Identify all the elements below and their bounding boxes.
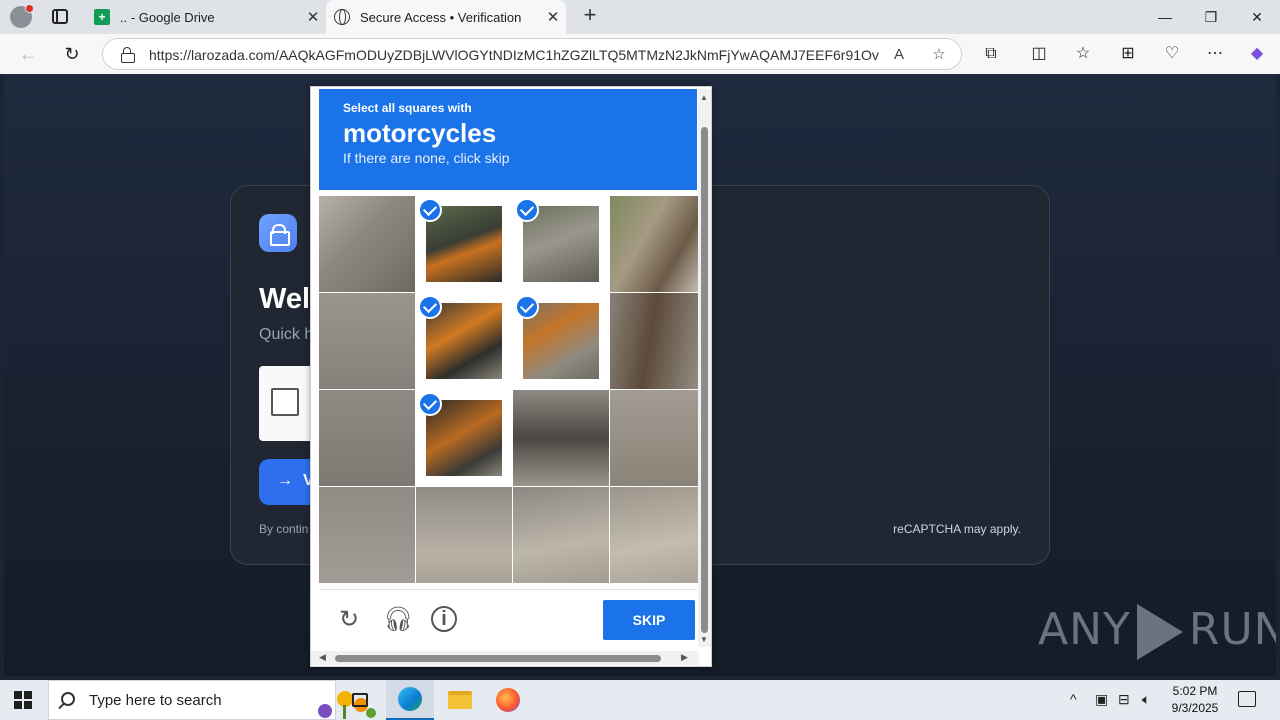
anyrun-watermark: ANY RUN	[1038, 604, 1276, 660]
search-icon	[61, 692, 75, 706]
meet-now-icon[interactable]: ▣	[1095, 691, 1108, 708]
page-subtitle: Quick h	[259, 326, 314, 343]
image-tile[interactable]	[610, 196, 700, 292]
scroll-up-icon[interactable]: ▲	[700, 93, 708, 102]
image-tile[interactable]	[319, 196, 415, 292]
checkmark-icon	[515, 295, 539, 319]
refresh-button[interactable]: ↻	[60, 42, 84, 66]
horizontal-scrollbar[interactable]: ◀ ▶	[311, 651, 699, 665]
reload-icon[interactable]: ↻	[335, 606, 363, 634]
play-logo-icon	[1136, 604, 1183, 660]
image-tile[interactable]	[319, 293, 415, 389]
notifications-icon[interactable]	[1238, 691, 1256, 707]
url-text[interactable]: https://larozada.com/AAQkAGFmODUyZDBjLWV…	[149, 47, 879, 63]
image-tile[interactable]	[416, 390, 512, 486]
taskbar: Type here to search ^ ▣ ⊟ 🔈︎ 5:02 PM 9/3…	[0, 680, 1280, 720]
image-tile[interactable]	[513, 196, 609, 292]
vertical-scrollbar[interactable]: ▲ ▼	[698, 89, 711, 647]
restore-button[interactable]: ❐	[1188, 0, 1234, 34]
scroll-right-icon[interactable]: ▶	[681, 652, 688, 663]
image-tile[interactable]	[610, 487, 700, 583]
checkmark-icon	[515, 198, 539, 222]
new-tab-button[interactable]: +	[578, 4, 602, 28]
volume-icon[interactable]: 🔈︎	[1142, 691, 1150, 708]
network-icon[interactable]: ⊟	[1118, 691, 1130, 708]
checkmark-icon	[418, 295, 442, 319]
recaptcha-terms-text: reCAPTCHA may apply.	[893, 522, 1021, 536]
image-tile[interactable]	[416, 487, 512, 583]
recaptcha-challenge: Select all squares with motorcycles If t…	[310, 86, 712, 667]
scrollbar-thumb[interactable]	[335, 655, 661, 662]
checkmark-icon	[418, 392, 442, 416]
collections-icon[interactable]: ⊞	[1117, 43, 1139, 65]
sheets-icon: +	[94, 9, 110, 25]
image-tile[interactable]	[416, 196, 512, 292]
search-placeholder: Type here to search	[89, 692, 222, 709]
lock-logo-icon	[259, 214, 297, 252]
info-icon[interactable]: i	[431, 606, 457, 632]
tab-actions-icon[interactable]	[52, 9, 68, 24]
image-tile[interactable]	[416, 293, 512, 389]
close-tab-icon[interactable]: ✕	[540, 8, 566, 26]
lock-icon[interactable]	[121, 47, 135, 63]
image-tile[interactable]	[610, 390, 700, 486]
favorite-star-icon[interactable]: ☆	[929, 45, 949, 65]
clock-time: 5:02 PM	[1172, 684, 1218, 698]
file-explorer-icon[interactable]	[436, 680, 484, 720]
challenge-target: motorcycles	[343, 118, 497, 148]
copilot-icon[interactable]: ◆	[1246, 43, 1268, 65]
split-screen-icon[interactable]: ◫	[1028, 43, 1050, 65]
taskbar-search[interactable]: Type here to search	[48, 680, 376, 720]
image-tile[interactable]	[319, 487, 415, 583]
extensions-icon[interactable]: ⧉	[980, 43, 1002, 65]
navigation-bar: ← ↻ https://larozada.com/AAQkAGFmODUyZDB…	[0, 34, 1280, 74]
back-button[interactable]: ←	[16, 42, 40, 66]
captcha-checkbox[interactable]	[271, 388, 299, 416]
image-tile[interactable]	[513, 293, 609, 389]
image-tile[interactable]	[513, 487, 609, 583]
firefox-icon[interactable]	[484, 680, 532, 720]
checkmark-icon	[418, 198, 442, 222]
challenge-header: Select all squares with motorcycles If t…	[319, 89, 697, 190]
challenge-hint: If there are none, click skip	[343, 150, 510, 166]
image-tile[interactable]	[319, 390, 415, 486]
page-title: Wel	[259, 283, 311, 315]
watermark-left: ANY	[1038, 604, 1131, 655]
tab-label: .. - Google Drive	[120, 9, 215, 25]
browser-tab-bar: + .. - Google Drive ✕ Secure Access • Ve…	[0, 0, 1280, 34]
watermark-right: RUN	[1188, 604, 1276, 655]
challenge-footer: ↻ 🎧︎ i SKIP	[319, 589, 697, 647]
clock-date: 9/3/2025	[1171, 701, 1219, 715]
arrow-right-icon: →	[277, 472, 293, 489]
favorites-icon[interactable]: ☆	[1072, 43, 1094, 65]
profile-icon[interactable]	[10, 4, 34, 28]
close-window-button[interactable]: ✕	[1234, 0, 1280, 34]
system-clock[interactable]: 5:02 PM 9/3/2025	[1166, 683, 1224, 717]
close-tab-icon[interactable]: ✕	[300, 8, 326, 26]
edge-taskbar-icon[interactable]	[386, 680, 434, 720]
windows-start-icon[interactable]	[14, 691, 32, 709]
skip-button[interactable]: SKIP	[603, 600, 695, 640]
tab-google-drive[interactable]: + .. - Google Drive ✕	[86, 0, 326, 34]
settings-menu-icon[interactable]: ⋯	[1204, 43, 1226, 65]
challenge-instruction: Select all squares with	[343, 101, 472, 115]
tab-label: Secure Access • Verification	[360, 9, 522, 25]
tab-secure-access[interactable]: Secure Access • Verification ✕	[326, 0, 566, 34]
scroll-down-icon[interactable]: ▼	[700, 635, 708, 644]
terms-text: By contin	[259, 522, 309, 536]
minimize-button[interactable]: —	[1142, 0, 1188, 34]
audio-icon[interactable]: 🎧︎	[383, 606, 413, 634]
image-tile[interactable]	[513, 390, 609, 486]
scroll-left-icon[interactable]: ◀	[319, 652, 326, 663]
image-grid	[319, 196, 700, 583]
globe-icon	[334, 9, 350, 25]
tray-overflow-icon[interactable]: ^	[1070, 691, 1077, 707]
browser-essentials-icon[interactable]: ♡	[1161, 43, 1183, 65]
read-aloud-icon[interactable]: A	[889, 45, 909, 65]
address-bar[interactable]: https://larozada.com/AAQkAGFmODUyZDBjLWV…	[102, 38, 962, 70]
image-tile[interactable]	[610, 293, 700, 389]
scrollbar-thumb[interactable]	[701, 127, 708, 633]
task-view-icon[interactable]	[336, 680, 384, 720]
